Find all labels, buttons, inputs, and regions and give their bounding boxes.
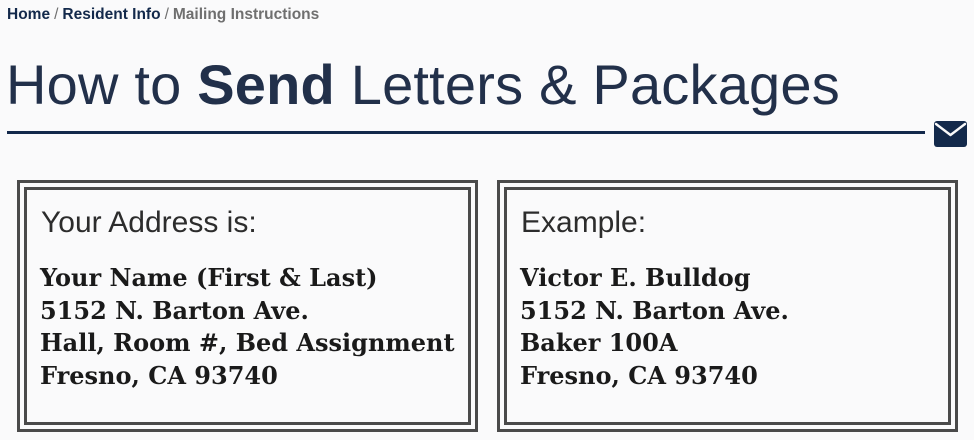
your-address-card: Your Address is: Your Name (First & Last… xyxy=(17,180,478,432)
address-line: Fresno, CA 93740 xyxy=(520,360,758,390)
page-title-emphasis: Send xyxy=(197,53,335,116)
page-title-suffix: Letters & Packages xyxy=(334,53,840,116)
breadcrumb-resident-info-link[interactable]: Resident Info xyxy=(62,6,160,23)
example-card: Example: Victor E. Bulldog 5152 N. Barto… xyxy=(497,180,958,432)
title-divider xyxy=(7,131,925,134)
address-line: Baker 100A xyxy=(520,328,678,357)
card-inner-border: Your Address is: Your Name (First & Last… xyxy=(24,187,471,425)
address-line: Your Name (First & Last) xyxy=(40,263,378,292)
example-heading: Example: xyxy=(521,206,647,239)
breadcrumb-current: Mailing Instructions xyxy=(172,6,320,23)
breadcrumb: Home / Resident Info / Mailing Instructions xyxy=(7,5,319,25)
example-address: Victor E. Bulldog 5152 N. Barton Ave. Ba… xyxy=(520,262,789,392)
your-address-heading: Your Address is: xyxy=(41,206,257,239)
address-line: 5152 N. Barton Ave. xyxy=(40,295,309,325)
page-title-prefix: How to xyxy=(6,53,198,116)
address-line: Victor E. Bulldog xyxy=(520,263,751,292)
address-line: 5152 N. Barton Ave. xyxy=(520,295,789,325)
card-inner-border: Example: Victor E. Bulldog 5152 N. Barto… xyxy=(504,187,951,425)
page-title: How to Send Letters & Packages xyxy=(6,52,840,118)
breadcrumb-home-link[interactable]: Home xyxy=(7,6,50,23)
breadcrumb-separator: / xyxy=(54,6,59,23)
address-line: Fresno, CA 93740 xyxy=(40,360,278,390)
breadcrumb-separator: / xyxy=(164,6,169,23)
envelope-icon xyxy=(934,121,967,147)
address-template: Your Name (First & Last) 5152 N. Barton … xyxy=(40,262,455,392)
address-line: Hall, Room #, Bed Assignment xyxy=(40,328,455,357)
